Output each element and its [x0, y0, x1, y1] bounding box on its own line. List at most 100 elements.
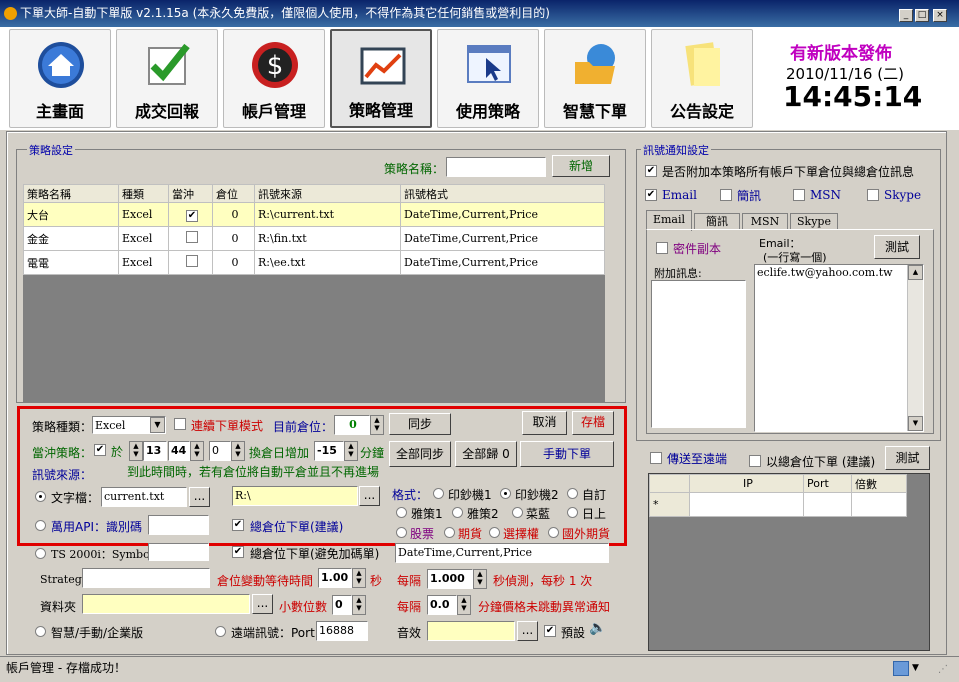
second-input[interactable]: 0 — [209, 441, 231, 461]
offset-spinner[interactable]: ▲ ▼ — [344, 441, 358, 461]
tray-icon[interactable] — [893, 661, 909, 676]
email-checkbox[interactable]: ✔ — [645, 189, 657, 201]
release-notice[interactable]: 有新版本發佈 — [790, 39, 892, 64]
daytrade-checkbox[interactable] — [186, 231, 198, 243]
api-radio[interactable] — [35, 520, 46, 531]
hour-input[interactable]: 13 — [143, 441, 167, 461]
remote-signal-radio[interactable] — [215, 626, 226, 637]
format-2-radio[interactable] — [500, 488, 511, 499]
minute-spinner[interactable]: ▲ ▼ — [190, 441, 204, 461]
wait-time-spinner[interactable]: ▲ ▼ — [352, 568, 366, 588]
remote-test-button[interactable]: 測試 — [885, 446, 930, 470]
email-list-textarea[interactable]: eclife.tw@yahoo.com.tw — [754, 264, 924, 432]
msn-checkbox[interactable] — [793, 189, 805, 201]
table-row[interactable]: 金金 Excel 0 R:\fin.txt DateTime,Current,P… — [23, 226, 605, 251]
maximize-button[interactable]: □ — [915, 9, 929, 22]
cell-daytrade[interactable]: ✔ — [168, 202, 213, 227]
daytrade-enable-checkbox[interactable]: ✔ — [94, 444, 106, 456]
tab-sms[interactable]: 簡訊 — [694, 213, 740, 230]
daytrade-checkbox[interactable] — [186, 255, 198, 267]
total-position-avoid-checkbox[interactable]: ✔ — [232, 546, 244, 558]
remote-total-checkbox[interactable] — [749, 455, 761, 467]
api-id-input[interactable] — [148, 515, 209, 535]
format-input[interactable]: DateTime,Current,Price — [395, 543, 609, 563]
folder-browse-button[interactable]: ... — [252, 594, 273, 614]
speaker-icon[interactable]: 🔈 — [589, 620, 606, 636]
toolbar-strategy-button[interactable]: 策略管理 — [330, 29, 432, 128]
email-test-button[interactable]: 測試 — [874, 235, 920, 259]
chevron-down-icon[interactable]: ▼ — [150, 417, 165, 433]
cell-daytrade[interactable] — [168, 250, 213, 275]
add-strategy-button[interactable]: 新增 — [552, 155, 610, 177]
sound-input[interactable] — [427, 621, 515, 641]
skype-checkbox[interactable] — [867, 189, 879, 201]
tab-skype[interactable]: Skype — [790, 213, 838, 230]
stock-radio[interactable] — [396, 527, 407, 538]
scroll-up-icon[interactable]: ▲ — [908, 265, 923, 280]
tab-email[interactable]: Email — [646, 210, 692, 231]
strategy-grid[interactable]: 策略名稱 種類 當沖 倉位 訊號來源 訊號格式 大台 Excel ✔ 0 R:\… — [23, 184, 605, 275]
tab-msn[interactable]: MSN — [742, 213, 788, 230]
scroll-down-icon[interactable]: ▼ — [908, 416, 923, 431]
cancel-button[interactable]: 取消 — [522, 411, 567, 435]
cc-checkbox[interactable] — [656, 242, 668, 254]
price-interval-input[interactable]: 0.0 — [427, 595, 457, 615]
continuous-checkbox[interactable] — [174, 418, 186, 430]
strategy-input[interactable] — [82, 568, 210, 588]
strategy-name-input[interactable] — [446, 157, 546, 177]
text-file-radio[interactable] — [35, 491, 46, 502]
email-scrollbar[interactable]: ▲ ▼ — [907, 265, 923, 431]
table-row[interactable]: 電電 Excel 0 R:\ee.txt DateTime,Current,Pr… — [23, 250, 605, 275]
close-button[interactable]: × — [933, 9, 947, 22]
col-ip[interactable]: IP — [689, 474, 804, 493]
toolbar-smart-order-button[interactable]: 智慧下單 — [544, 29, 646, 128]
sms-checkbox[interactable] — [720, 189, 732, 201]
text-file-input[interactable]: current.txt — [101, 487, 187, 507]
port-input[interactable]: 16888 — [316, 621, 368, 641]
format-custom-radio[interactable] — [567, 488, 578, 499]
resize-grip-icon[interactable]: ⋰ — [938, 659, 948, 681]
manual-order-button[interactable]: 手動下單 — [520, 441, 614, 467]
sound-browse-button[interactable]: ... — [517, 621, 538, 641]
smart-edition-radio[interactable] — [35, 626, 46, 637]
foreign-futures-radio[interactable] — [548, 527, 559, 538]
yacai2-radio[interactable] — [452, 507, 463, 518]
text-file-browse-button[interactable]: ... — [189, 487, 210, 507]
col-name[interactable]: 策略名稱 — [23, 184, 119, 203]
toolbar-fills-button[interactable]: 成交回報 — [116, 29, 218, 128]
ts-radio[interactable] — [35, 548, 46, 559]
rishang-radio[interactable] — [567, 507, 578, 518]
current-position-input[interactable]: 0 — [334, 415, 370, 435]
col-daytrade[interactable]: 當沖 — [168, 184, 213, 203]
ts-symbol-input[interactable] — [148, 543, 209, 561]
poll-interval-input[interactable]: 1.000 — [427, 569, 473, 589]
toolbar-home-button[interactable]: 主畫面 — [9, 29, 111, 128]
preset-checkbox[interactable]: ✔ — [544, 625, 556, 637]
col-source[interactable]: 訊號來源 — [254, 184, 401, 203]
options-radio[interactable] — [489, 527, 500, 538]
minimize-button[interactable]: _ — [899, 9, 913, 22]
current-position-spinner[interactable]: ▲ ▼ — [370, 415, 384, 435]
cell-daytrade[interactable] — [168, 226, 213, 251]
daytrade-checkbox[interactable]: ✔ — [186, 209, 198, 222]
price-interval-spinner[interactable]: ▲ ▼ — [457, 595, 471, 615]
poll-interval-spinner[interactable]: ▲ ▼ — [473, 569, 487, 589]
format-1-radio[interactable] — [433, 488, 444, 499]
cell-ip[interactable] — [689, 492, 804, 517]
yl-radio[interactable] — [512, 507, 523, 518]
cell-port[interactable] — [803, 492, 852, 517]
col-position[interactable]: 倉位 — [212, 184, 255, 203]
col-format[interactable]: 訊號格式 — [400, 184, 605, 203]
table-row[interactable]: 大台 Excel ✔ 0 R:\current.txt DateTime,Cur… — [23, 202, 605, 227]
sync-button[interactable]: 同步 — [389, 413, 451, 435]
decimals-spinner[interactable]: ▲ ▼ — [352, 595, 366, 615]
futures-radio[interactable] — [444, 527, 455, 538]
extra-message-textarea[interactable] — [651, 280, 746, 428]
col-multiplier[interactable]: 倍數 — [851, 474, 907, 493]
remote-grid[interactable]: IP Port 倍數 * — [649, 474, 907, 517]
path-browse-button[interactable]: ... — [359, 486, 380, 506]
toolbar-accounts-button[interactable]: $ 帳戶管理 — [223, 29, 325, 128]
send-remote-checkbox[interactable] — [650, 452, 662, 464]
sync-all-button[interactable]: 全部同步 — [389, 441, 451, 467]
hour-spinner[interactable]: ▲ ▼ — [129, 441, 143, 461]
